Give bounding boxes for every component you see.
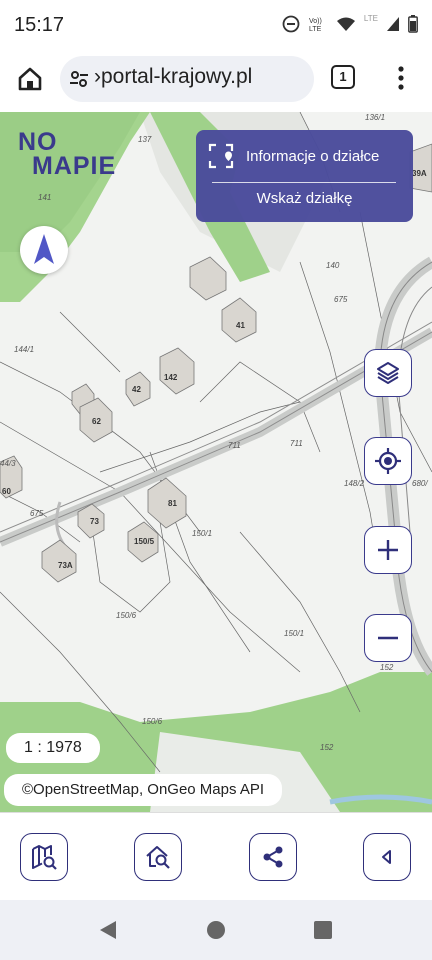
do-not-disturb-icon — [282, 15, 300, 33]
layers-icon — [377, 362, 399, 384]
home-icon[interactable] — [206, 920, 226, 940]
map-search-icon — [32, 845, 57, 870]
overflow-menu-icon[interactable] — [392, 64, 410, 92]
map-search-button[interactable] — [20, 833, 68, 881]
zoom-out-icon — [378, 636, 398, 640]
status-time: 15:17 — [14, 14, 65, 36]
address-bar[interactable]: ›portal-krajowy.pl — [60, 56, 314, 102]
url-text[interactable]: ›portal-krajowy.pl — [94, 65, 252, 89]
svg-text:39A: 39A — [412, 169, 427, 178]
tab-switcher-button[interactable]: 1 — [331, 65, 355, 89]
logo-line1: NO — [18, 128, 58, 156]
svg-text:Vo)): Vo)) — [309, 18, 322, 25]
svg-text:60: 60 — [2, 487, 11, 496]
svg-text:150/6: 150/6 — [142, 717, 163, 726]
svg-text:142: 142 — [164, 373, 178, 382]
map-scale: 1 : 1978 — [6, 733, 100, 763]
no-mapie-logo: NO MAPIE — [18, 128, 117, 180]
svg-text:150/1: 150/1 — [284, 629, 304, 638]
svg-text:81: 81 — [168, 499, 177, 508]
svg-text:44/3: 44/3 — [0, 459, 16, 468]
svg-text:42: 42 — [132, 385, 141, 394]
home-search-button[interactable] — [134, 833, 182, 881]
share-icon — [263, 846, 283, 868]
recents-icon[interactable] — [313, 920, 333, 940]
system-nav-bar — [0, 900, 432, 960]
select-area-icon — [208, 143, 234, 169]
compass-button[interactable] — [20, 226, 68, 274]
back-icon[interactable] — [98, 920, 118, 940]
panel-divider — [212, 182, 396, 183]
collapse-button[interactable] — [363, 833, 411, 881]
svg-text:152: 152 — [380, 663, 394, 672]
svg-text:711: 711 — [290, 439, 303, 448]
status-bar: 15:17 Vo)) LTE LTE — [0, 0, 432, 50]
svg-text:136/1: 136/1 — [365, 113, 385, 122]
svg-text:150/6: 150/6 — [116, 611, 137, 620]
svg-text:41: 41 — [236, 321, 245, 330]
parcel-info-panel[interactable]: Informacje o działce Wskaż działkę — [196, 130, 413, 222]
svg-text:675: 675 — [30, 509, 44, 518]
svg-text:73A: 73A — [58, 561, 73, 570]
svg-text:150/5: 150/5 — [134, 537, 155, 546]
svg-text:148/2: 148/2 — [344, 479, 365, 488]
svg-text:711: 711 — [228, 441, 241, 450]
map-view[interactable]: 137 136/1 141 140 675 144/1 711 711 148/… — [0, 112, 432, 812]
volte-icon: Vo))LTE — [309, 18, 322, 33]
wifi-icon — [336, 17, 355, 31]
compass-arrow-icon — [34, 234, 54, 264]
lte-signal-icon — [387, 17, 399, 31]
browser-home-icon[interactable] — [16, 65, 44, 93]
layers-button[interactable] — [364, 349, 412, 397]
svg-text:680/: 680/ — [412, 479, 428, 488]
share-button[interactable] — [249, 833, 297, 881]
collapse-icon — [382, 850, 391, 864]
svg-text:144/1: 144/1 — [14, 345, 34, 354]
svg-text:137: 137 — [138, 135, 152, 144]
map-attribution[interactable]: ©OpenStreetMap, OnGeo Maps API — [4, 774, 283, 806]
network-type: LTE — [363, 13, 378, 23]
site-settings-icon[interactable] — [68, 68, 90, 90]
svg-text:675: 675 — [334, 295, 348, 304]
svg-text:62: 62 — [92, 417, 101, 426]
svg-text:150/1: 150/1 — [192, 529, 212, 538]
svg-text:LTE: LTE — [309, 26, 322, 33]
locate-button[interactable] — [364, 437, 412, 485]
parcel-info-row[interactable]: Informacje o działce — [208, 142, 379, 170]
svg-text:73: 73 — [90, 517, 99, 526]
browser-toolbar: ›portal-krajowy.pl 1 — [0, 50, 432, 113]
zoom-in-icon — [378, 540, 398, 560]
battery-icon — [408, 15, 418, 33]
zoom-in-button[interactable] — [364, 526, 412, 574]
svg-text:140: 140 — [326, 261, 340, 270]
logo-line2: MAPIE — [32, 152, 117, 180]
status-icons: Vo)) LTE LTE — [282, 13, 418, 33]
bottom-toolbar — [0, 812, 432, 901]
svg-text:152: 152 — [320, 743, 334, 752]
svg-text:141: 141 — [38, 193, 51, 202]
locate-icon — [375, 448, 401, 474]
select-parcel-button[interactable]: Wskaż działkę — [196, 190, 413, 207]
zoom-out-button[interactable] — [364, 614, 412, 662]
parcel-info-label[interactable]: Informacje o działce — [246, 148, 379, 165]
home-search-icon — [146, 846, 170, 869]
